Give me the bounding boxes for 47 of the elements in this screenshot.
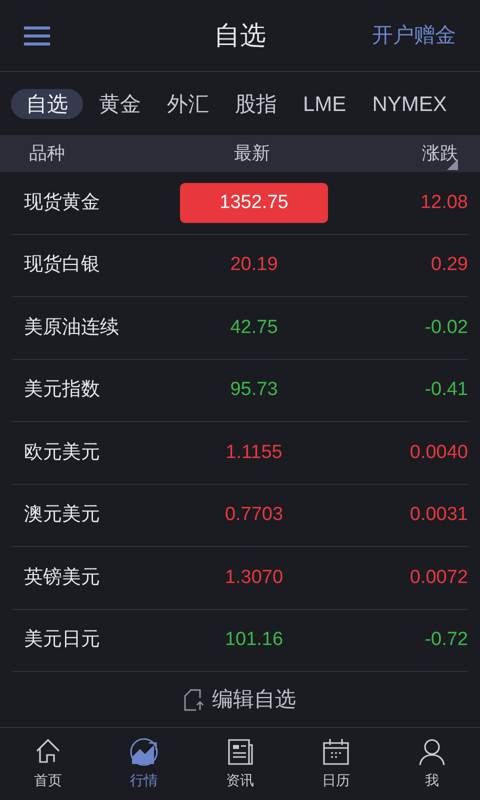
instrument-name: 英镑美元 xyxy=(24,566,101,590)
menu-icon[interactable] xyxy=(24,26,50,46)
latest-price: 1.3070 xyxy=(224,566,284,590)
instrument-name: 欧元美元 xyxy=(24,440,101,464)
open-account-link[interactable]: 开户赠金 xyxy=(372,20,456,52)
chart-icon xyxy=(129,737,159,767)
document-upload-icon xyxy=(184,688,204,710)
instrument-name: 现货黄金 xyxy=(24,190,101,214)
instrument-name: 澳元美元 xyxy=(24,502,101,527)
nav-tab[interactable]: 首页 xyxy=(0,737,96,791)
category-tab[interactable]: NYMEX xyxy=(362,88,457,118)
latest-price: 0.7703 xyxy=(224,503,284,527)
column-header: 最新 xyxy=(234,142,270,165)
calendar-icon xyxy=(321,737,351,767)
price-change: -0.02 xyxy=(424,316,468,340)
category-tab[interactable]: 股指 xyxy=(225,88,287,118)
latest-price: 101.16 xyxy=(224,628,284,652)
category-tab[interactable]: LME xyxy=(293,88,356,118)
price-change: 12.08 xyxy=(420,190,468,214)
category-tab[interactable]: 自选 xyxy=(11,88,83,118)
person-icon xyxy=(417,737,447,767)
latest-price: 20.19 xyxy=(230,253,278,277)
nav-tab[interactable]: 行情 xyxy=(96,737,192,791)
instrument-name: 美元日元 xyxy=(24,628,101,652)
column-header[interactable]: 涨跌 xyxy=(422,140,458,167)
page-title: 自选 xyxy=(214,19,266,52)
nav-tab[interactable]: 日历 xyxy=(288,737,384,791)
instrument-name: 美元指数 xyxy=(24,378,101,402)
category-tab[interactable]: 黄金 xyxy=(89,88,151,118)
nav-tab[interactable]: 我 xyxy=(384,737,480,791)
column-header: 品种 xyxy=(29,142,66,165)
latest-price: 1.1155 xyxy=(226,440,282,464)
price-change: 0.0031 xyxy=(410,503,468,527)
nav-tab[interactable]: 资讯 xyxy=(192,737,288,791)
price-change: 0.0040 xyxy=(410,440,468,464)
edit-watchlist-button[interactable]: 编辑自选 xyxy=(0,672,480,728)
price-change: -0.41 xyxy=(424,378,468,402)
latest-price: 42.75 xyxy=(230,316,278,340)
price-change: 0.29 xyxy=(431,253,468,277)
instrument-name: 美原油连续 xyxy=(24,316,120,340)
price-change: -0.72 xyxy=(424,628,468,652)
latest-price: 95.73 xyxy=(230,378,278,402)
document-icon xyxy=(225,737,255,767)
category-tab[interactable]: 外汇 xyxy=(157,88,219,118)
instrument-name: 现货白银 xyxy=(24,253,101,277)
price-change: 0.0072 xyxy=(410,566,468,590)
latest-price: 1352.75 xyxy=(180,182,328,223)
